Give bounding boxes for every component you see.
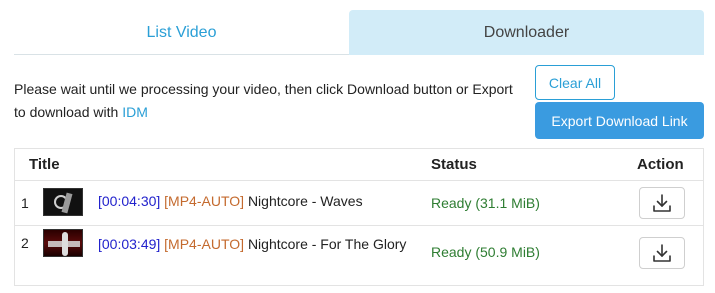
download-icon bbox=[653, 194, 671, 212]
info-text: Please wait until we processing your vid… bbox=[14, 81, 513, 120]
video-format: [MP4-AUTO] bbox=[164, 193, 245, 209]
video-format: [MP4-AUTO] bbox=[164, 236, 245, 252]
header-title: Title bbox=[29, 156, 60, 173]
tab-downloader[interactable]: Downloader bbox=[349, 10, 704, 55]
download-button[interactable] bbox=[639, 187, 685, 219]
header-status: Status bbox=[431, 156, 477, 173]
download-icon bbox=[653, 244, 671, 262]
video-name: Nightcore - Waves bbox=[247, 193, 363, 209]
video-title: [00:04:30] [MP4-AUTO] Nightcore - Waves bbox=[98, 188, 418, 214]
clear-all-button[interactable]: Clear All bbox=[535, 65, 615, 100]
video-thumbnail bbox=[43, 188, 83, 216]
tab-bar: List Video Downloader bbox=[14, 10, 704, 55]
download-button[interactable] bbox=[639, 237, 685, 269]
row-number: 1 bbox=[21, 195, 29, 211]
video-name: Nightcore - For The Glory bbox=[247, 236, 407, 252]
export-download-link-button[interactable]: Export Download Link bbox=[535, 102, 704, 139]
download-table: Title Status Action 1 [00:04:30] [MP4-AU… bbox=[14, 148, 704, 286]
table-row: 2 [00:03:49] [MP4-AUTO] Nightcore - For … bbox=[15, 227, 703, 285]
header-action: Action bbox=[637, 156, 684, 173]
idm-link[interactable]: IDM bbox=[122, 104, 148, 120]
table-row: 1 [00:04:30] [MP4-AUTO] Nightcore - Wave… bbox=[15, 182, 703, 226]
status-text: Ready (50.9 MiB) bbox=[431, 244, 540, 260]
tab-list-video[interactable]: List Video bbox=[14, 10, 349, 55]
video-duration: [00:03:49] bbox=[98, 236, 161, 252]
video-duration: [00:04:30] bbox=[98, 193, 161, 209]
video-title: [00:03:49] [MP4-AUTO] Nightcore - For Th… bbox=[21, 231, 421, 257]
status-text: Ready (31.1 MiB) bbox=[431, 195, 540, 211]
table-header: Title Status Action bbox=[15, 149, 703, 181]
info-message: Please wait until we processing your vid… bbox=[14, 78, 514, 124]
